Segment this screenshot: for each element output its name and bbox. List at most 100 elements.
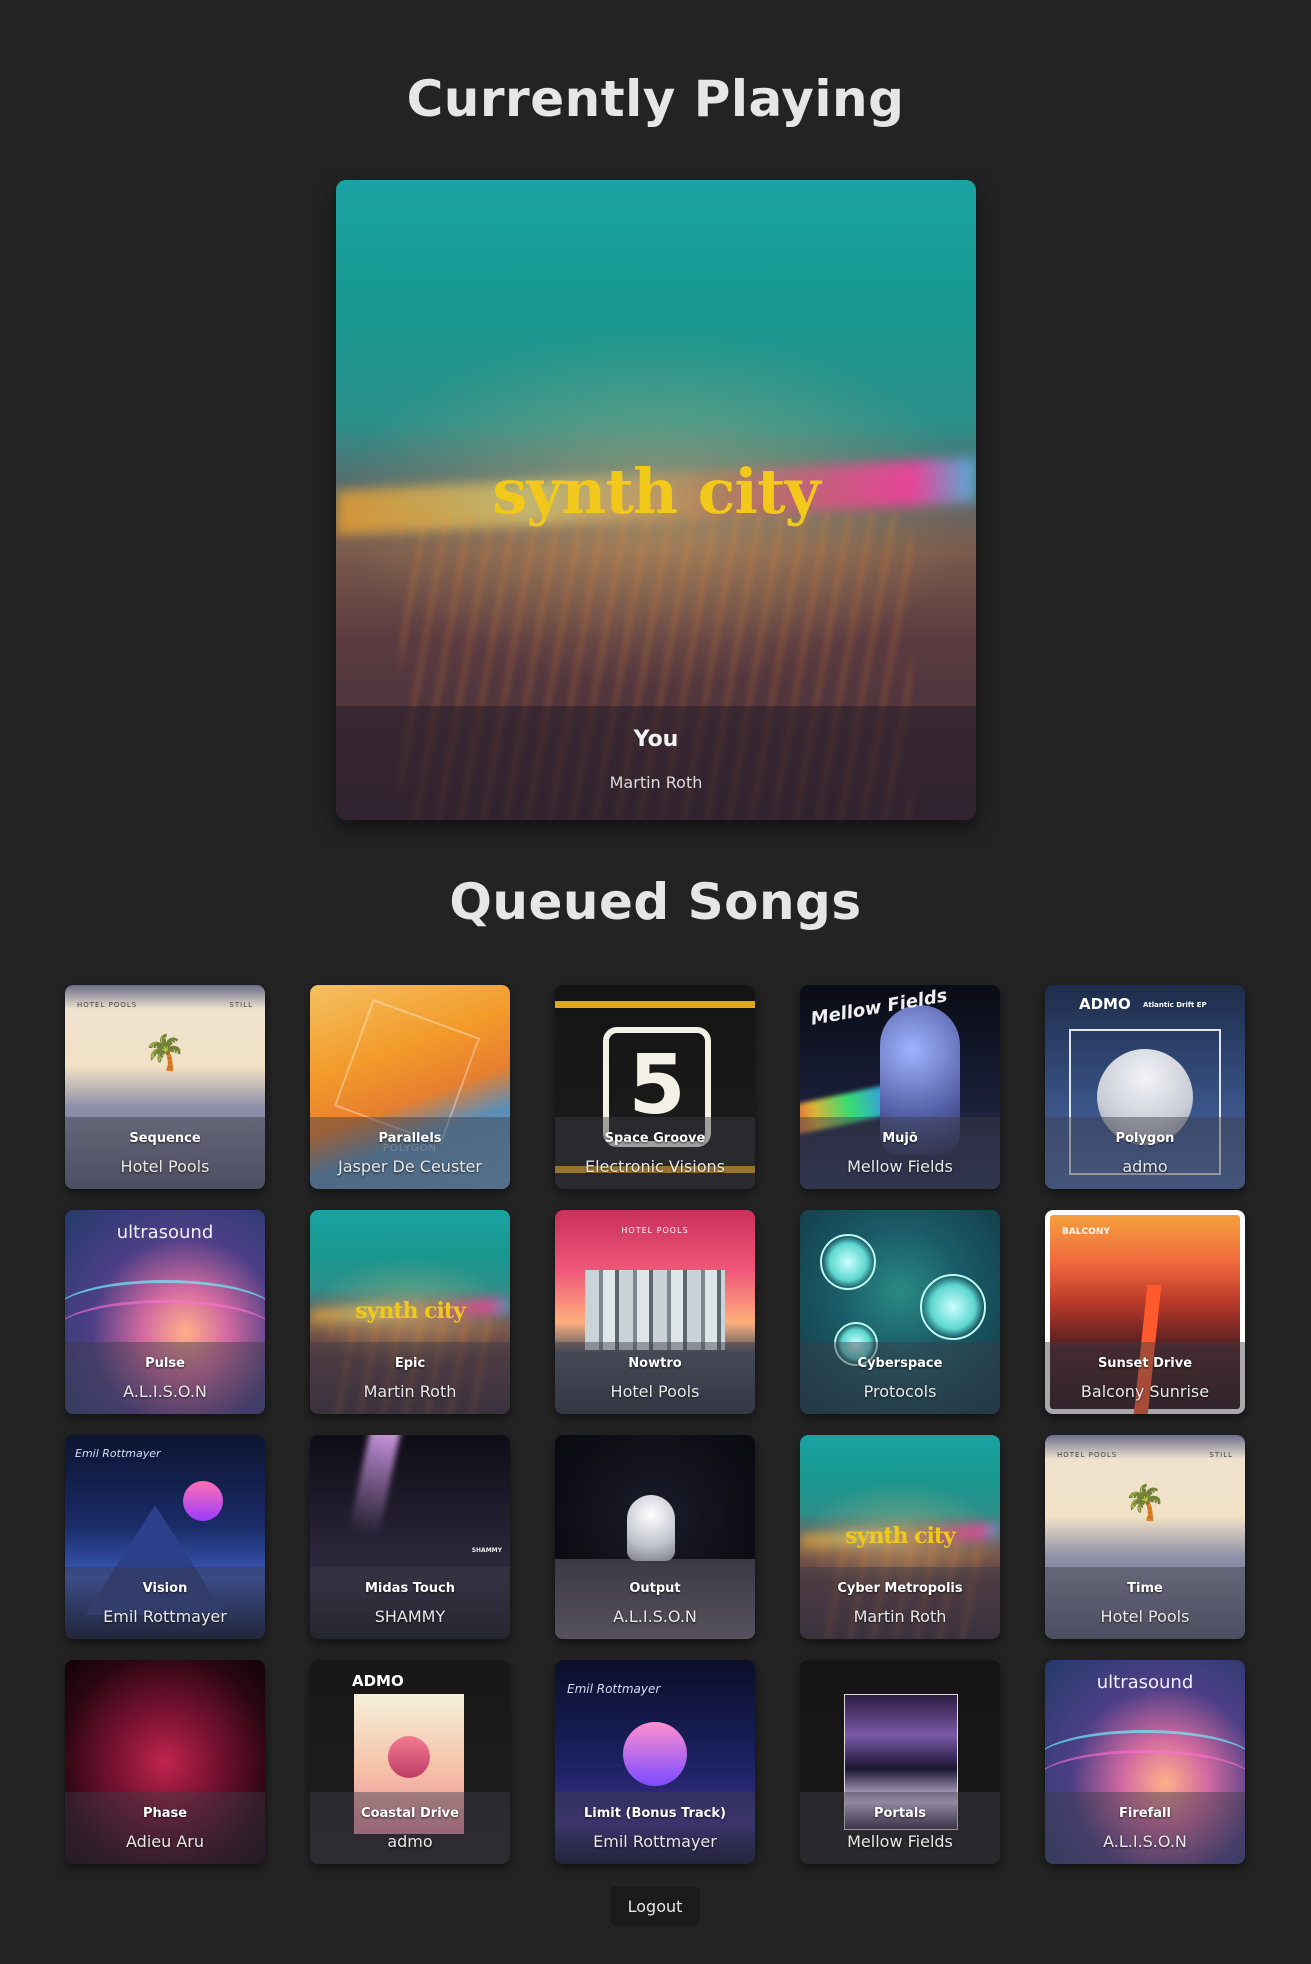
queue-tile[interactable]: synth city Cyber Metropolis Martin Roth bbox=[800, 1435, 1000, 1639]
song-artist: A.L.I.S.O.N bbox=[123, 1382, 207, 1401]
queue-tile-caption: Mujō Mellow Fields bbox=[800, 1117, 1000, 1189]
song-title: Coastal Drive bbox=[361, 1806, 459, 1821]
song-artist: Martin Roth bbox=[853, 1607, 947, 1626]
orb-illustration bbox=[920, 1274, 986, 1340]
song-artist: A.L.I.S.O.N bbox=[613, 1607, 697, 1626]
queue-tile[interactable]: Emil Rottmayer Limit (Bonus Track) Emil Ro… bbox=[555, 1660, 755, 1864]
queue-tile[interactable]: Mellow Fields Mujō Mellow Fields bbox=[800, 985, 1000, 1189]
queued-songs-heading: Queued Songs bbox=[449, 873, 862, 931]
song-title: Limit (Bonus Track) bbox=[584, 1806, 726, 1821]
queue-tile[interactable]: 5 Space Groove Electronic Visions bbox=[555, 985, 755, 1189]
song-artist: admo bbox=[1122, 1157, 1168, 1176]
queue-tile[interactable]: POLYGON Parallels Jasper De Ceuster bbox=[310, 985, 510, 1189]
queue-tile-caption: Vision Emil Rottmayer bbox=[65, 1567, 265, 1639]
song-title: Pulse bbox=[145, 1356, 185, 1371]
sun-illustration bbox=[623, 1722, 687, 1786]
orb-illustration bbox=[820, 1234, 876, 1290]
song-artist: Martin Roth bbox=[609, 773, 703, 792]
city-illustration bbox=[585, 1270, 725, 1350]
song-artist: Emil Rottmayer bbox=[593, 1832, 717, 1851]
queue-tile-caption: Epic Martin Roth bbox=[310, 1342, 510, 1414]
song-artist: Martin Roth bbox=[363, 1382, 457, 1401]
queue-tile[interactable]: Emil Rottmayer Vision Emil Rottmayer bbox=[65, 1435, 265, 1639]
song-artist: Adieu Aru bbox=[126, 1832, 204, 1851]
album-art-text: HOTEL POOLS bbox=[77, 1001, 138, 1009]
album-art-text: ADMO bbox=[1079, 995, 1131, 1013]
album-art-text: ultrasound bbox=[1096, 1672, 1194, 1693]
song-title: Phase bbox=[142, 1806, 188, 1821]
queue-tile[interactable]: Portals Mellow Fields bbox=[800, 1660, 1000, 1864]
song-artist: Emil Rottmayer bbox=[103, 1607, 227, 1626]
song-title: Epic bbox=[394, 1356, 426, 1371]
queue-tile[interactable]: SHAMMY Midas Touch SHAMMY bbox=[310, 1435, 510, 1639]
queue-tile[interactable]: BALCONY Sunset Drive Balcony Sunrise bbox=[1045, 1210, 1245, 1414]
queue-tile[interactable]: synth city Epic Martin Roth bbox=[310, 1210, 510, 1414]
song-title: Space Groove bbox=[604, 1131, 706, 1146]
song-title: Mujō bbox=[882, 1131, 918, 1146]
song-title: You bbox=[633, 727, 679, 752]
queue-tile-caption: Pulse A.L.I.S.O.N bbox=[65, 1342, 265, 1414]
queue-tile-caption: Sequence Hotel Pools bbox=[65, 1117, 265, 1189]
queue-tile[interactable]: ADMO Coastal Drive admo bbox=[310, 1660, 510, 1864]
queue-tile-caption: Output A.L.I.S.O.N bbox=[555, 1567, 755, 1639]
palm-tree-icon: 🌴 bbox=[1123, 1483, 1167, 1523]
queue-tile[interactable]: Phase Adieu Aru bbox=[65, 1660, 265, 1864]
queue-tile-caption: Cyberspace Protocols bbox=[800, 1342, 1000, 1414]
song-title: Vision bbox=[142, 1581, 188, 1596]
song-title: Midas Touch bbox=[364, 1581, 456, 1596]
song-artist: Electronic Visions bbox=[584, 1157, 726, 1176]
song-artist: Hotel Pools bbox=[610, 1382, 700, 1401]
palm-tree-icon: 🌴 bbox=[143, 1033, 187, 1073]
song-title: Sunset Drive bbox=[1097, 1356, 1193, 1371]
album-art-text: BALCONY bbox=[1062, 1227, 1110, 1237]
song-artist: Hotel Pools bbox=[120, 1157, 210, 1176]
now-playing-caption: You Martin Roth bbox=[336, 706, 976, 820]
now-playing-card[interactable]: synth city You Martin Roth bbox=[336, 180, 976, 820]
song-title: Parallels bbox=[378, 1131, 442, 1146]
song-artist: A.L.I.S.O.N bbox=[1103, 1832, 1187, 1851]
song-artist: Mellow Fields bbox=[847, 1832, 953, 1851]
album-art-text: Emil Rottmayer bbox=[567, 1682, 661, 1696]
album-art-text: SHAMMY bbox=[471, 1547, 502, 1554]
queue-tile[interactable]: Cyberspace Protocols bbox=[800, 1210, 1000, 1414]
queue-tile[interactable]: HOTEL POOLS Nowtro Hotel Pools bbox=[555, 1210, 755, 1414]
queue-tile-caption: Polygon admo bbox=[1045, 1117, 1245, 1189]
song-title: Time bbox=[1127, 1581, 1163, 1596]
queue-tile[interactable]: HOTEL POOLS STILL 🌴 Sequence Hotel Pools bbox=[65, 985, 265, 1189]
queue-tile[interactable]: ADMO Atlantic Drift EP Polygon admo bbox=[1045, 985, 1245, 1189]
album-art-text: synth city bbox=[845, 1523, 956, 1549]
song-title: Firefall bbox=[1119, 1806, 1171, 1821]
queue-tile[interactable]: ultrasound Firefall A.L.I.S.O.N bbox=[1045, 1660, 1245, 1864]
sun-illustration bbox=[183, 1481, 223, 1521]
queue-tile-caption: Nowtro Hotel Pools bbox=[555, 1342, 755, 1414]
queue-tile-caption: Parallels Jasper De Ceuster bbox=[310, 1117, 510, 1189]
song-title: Output bbox=[629, 1581, 681, 1596]
song-title: Portals bbox=[873, 1806, 927, 1821]
queue-tile-caption: Portals Mellow Fields bbox=[800, 1792, 1000, 1864]
queue-tile-caption: Sunset Drive Balcony Sunrise bbox=[1045, 1342, 1245, 1414]
album-art-text: STILL bbox=[229, 1001, 253, 1009]
song-artist: admo bbox=[387, 1832, 433, 1851]
song-artist: Mellow Fields bbox=[847, 1157, 953, 1176]
album-art-text: STILL bbox=[1209, 1451, 1233, 1459]
song-title: Nowtro bbox=[628, 1356, 682, 1371]
song-title: Sequence bbox=[129, 1131, 201, 1146]
queue-tile[interactable]: HOTEL POOLS STILL 🌴 Time Hotel Pools bbox=[1045, 1435, 1245, 1639]
song-title: Polygon bbox=[1115, 1131, 1175, 1146]
queue-tile-caption: Firefall A.L.I.S.O.N bbox=[1045, 1792, 1245, 1864]
queue-tile-caption: Cyber Metropolis Martin Roth bbox=[800, 1567, 1000, 1639]
queue-tile[interactable]: Output A.L.I.S.O.N bbox=[555, 1435, 755, 1639]
song-artist: Hotel Pools bbox=[1100, 1607, 1190, 1626]
song-artist: Balcony Sunrise bbox=[1080, 1382, 1210, 1401]
album-art-text: HOTEL POOLS bbox=[1057, 1451, 1118, 1459]
sphere-illustration bbox=[388, 1736, 430, 1778]
logout-button[interactable]: Logout bbox=[610, 1886, 700, 1926]
song-artist: SHAMMY bbox=[374, 1607, 446, 1626]
album-art-text: HOTEL POOLS bbox=[621, 1226, 689, 1235]
album-art-text: Emil Rottmayer bbox=[75, 1447, 161, 1460]
queue-tile[interactable]: ultrasound Pulse A.L.I.S.O.N bbox=[65, 1210, 265, 1414]
album-art-text: Atlantic Drift EP bbox=[1143, 1001, 1207, 1009]
song-title: Cyber Metropolis bbox=[837, 1581, 963, 1596]
album-art-text: ultrasound bbox=[116, 1222, 214, 1243]
song-artist: Protocols bbox=[863, 1382, 937, 1401]
